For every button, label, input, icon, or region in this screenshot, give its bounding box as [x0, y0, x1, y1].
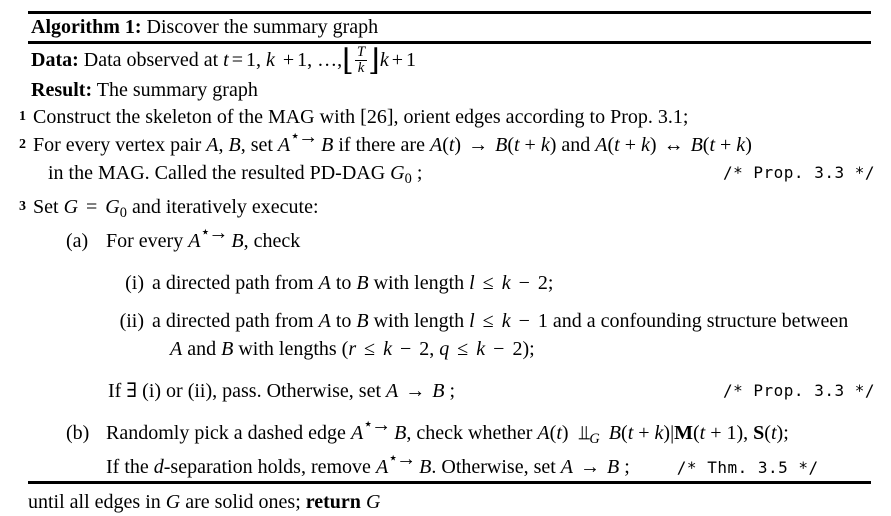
result-label: Result: — [31, 79, 93, 102]
line-number: 3 — [19, 199, 26, 215]
algorithm-step-2-continuation: in the MAG. Called the resulted PD-DAG G… — [0, 159, 891, 193]
sub-item-b-conclusion-row: If the d-separation holds, remove A ⋆ → B.… — [0, 448, 891, 482]
step-3-text: Set G = G0 and iteratively execute: — [33, 196, 319, 222]
rule-middle — [28, 41, 871, 44]
return-label: return — [305, 491, 361, 514]
algorithm-step-1: 1 Construct the skeleton of the MAG with… — [0, 103, 891, 131]
line-number: 1 — [19, 109, 26, 124]
roman-item-ii-row: (ii) a directed path from A to B with le… — [0, 307, 891, 363]
sub-item-a: (a) For every A ⋆ → B, check — [0, 222, 891, 255]
comment-thm-3-5: /* Thm. 3.5 */ — [676, 458, 819, 478]
algorithm-step-3: 3 Set G = G0 and iteratively execute: — [0, 193, 891, 227]
data-label: Data: — [31, 49, 79, 72]
comment-prop-3-3-sub-a: /* Prop. 3.3 */ — [723, 381, 875, 401]
data-formula: t = 1, k +1, …,⌊ Tk ⌋k +1 — [223, 44, 417, 78]
sub-item-b: (b) Randomly pick a dashed edge A ⋆ → B, c… — [0, 414, 891, 453]
roman-item-i-text: a directed path from A to B with length … — [152, 272, 554, 295]
result-text: The summary graph — [96, 79, 258, 102]
line-number: 2 — [19, 137, 26, 152]
algorithm-meta: Data: Data observed at t = 1, k +1, …,⌊ Tk ⌋… — [31, 44, 417, 104]
until-line: until all edges in G are solid ones; ret… — [0, 488, 891, 516]
algorithm-block: Algorithm 1: Discover the summary graph … — [0, 0, 891, 513]
result-row: Result: The summary graph — [31, 77, 416, 104]
sub-item-a-conclusion-row: If ∃ (i) or (ii), pass. Otherwise, set A… — [0, 377, 891, 405]
algorithm-step-2: 2 For every vertex pair A, B, set A ⋆ → B … — [0, 126, 891, 159]
sub-item-b-marker: (b) — [66, 422, 90, 445]
algorithm-title-text: Discover the summary graph — [146, 16, 379, 38]
sub-item-a-text: For every A ⋆ → B, check — [106, 222, 301, 253]
roman-item-i-marker: (i) — [125, 272, 144, 295]
roman-item-i: (i) a directed path from A to B with len… — [0, 269, 891, 297]
algorithm-title-label: Algorithm 1: — [31, 16, 142, 38]
roman-item-ii: (ii) a directed path from A to B with le… — [0, 307, 891, 363]
sub-item-a-marker: (a) — [66, 230, 89, 253]
sub-item-b-row: (b) Randomly pick a dashed edge A ⋆ → B, c… — [0, 414, 891, 453]
sub-item-b-conclusion-text: If the d-separation holds, remove A ⋆ → B.… — [106, 448, 630, 479]
sub-item-a-conclusion: If ∃ (i) or (ii), pass. Otherwise, set A… — [0, 377, 891, 405]
data-text: Data observed at — [83, 49, 219, 72]
sub-item-a-row: (a) For every A ⋆ → B, check — [0, 222, 891, 255]
return-var: G — [365, 491, 381, 514]
roman-item-ii-marker: (ii) — [119, 310, 144, 333]
roman-item-ii-text: a directed path from A to B with length … — [110, 307, 891, 363]
roman-item-i-row: (i) a directed path from A to B with len… — [0, 269, 891, 297]
until-row: until all edges in G are solid ones; ret… — [0, 488, 891, 516]
data-row: Data: Data observed at t = 1, k +1, …,⌊ Tk ⌋… — [31, 44, 417, 78]
algorithm-body: 1 Construct the skeleton of the MAG with… — [0, 103, 891, 516]
sub-item-a-conclusion-text: If ∃ (i) or (ii), pass. Otherwise, set A… — [108, 380, 455, 403]
until-text: until all edges in G are solid ones; — [28, 491, 301, 514]
step-1-text: Construct the skeleton of the MAG with [… — [33, 106, 689, 128]
sub-item-b-conclusion: If the d-separation holds, remove A ⋆ → B.… — [0, 448, 891, 482]
comment-prop-3-3-step2: /* Prop. 3.3 */ — [723, 163, 875, 182]
step-2-text: For every vertex pair A, B, set A ⋆ → B if… — [33, 126, 752, 156]
sub-item-b-text: Randomly pick a dashed edge A ⋆ → B, check… — [106, 414, 789, 448]
algorithm-title: Algorithm 1: Discover the summary graph — [31, 14, 378, 40]
roman-item-ii-text-line2: A and B with lengths (r ≤ k − 2, q ≤ k −… — [170, 338, 535, 361]
